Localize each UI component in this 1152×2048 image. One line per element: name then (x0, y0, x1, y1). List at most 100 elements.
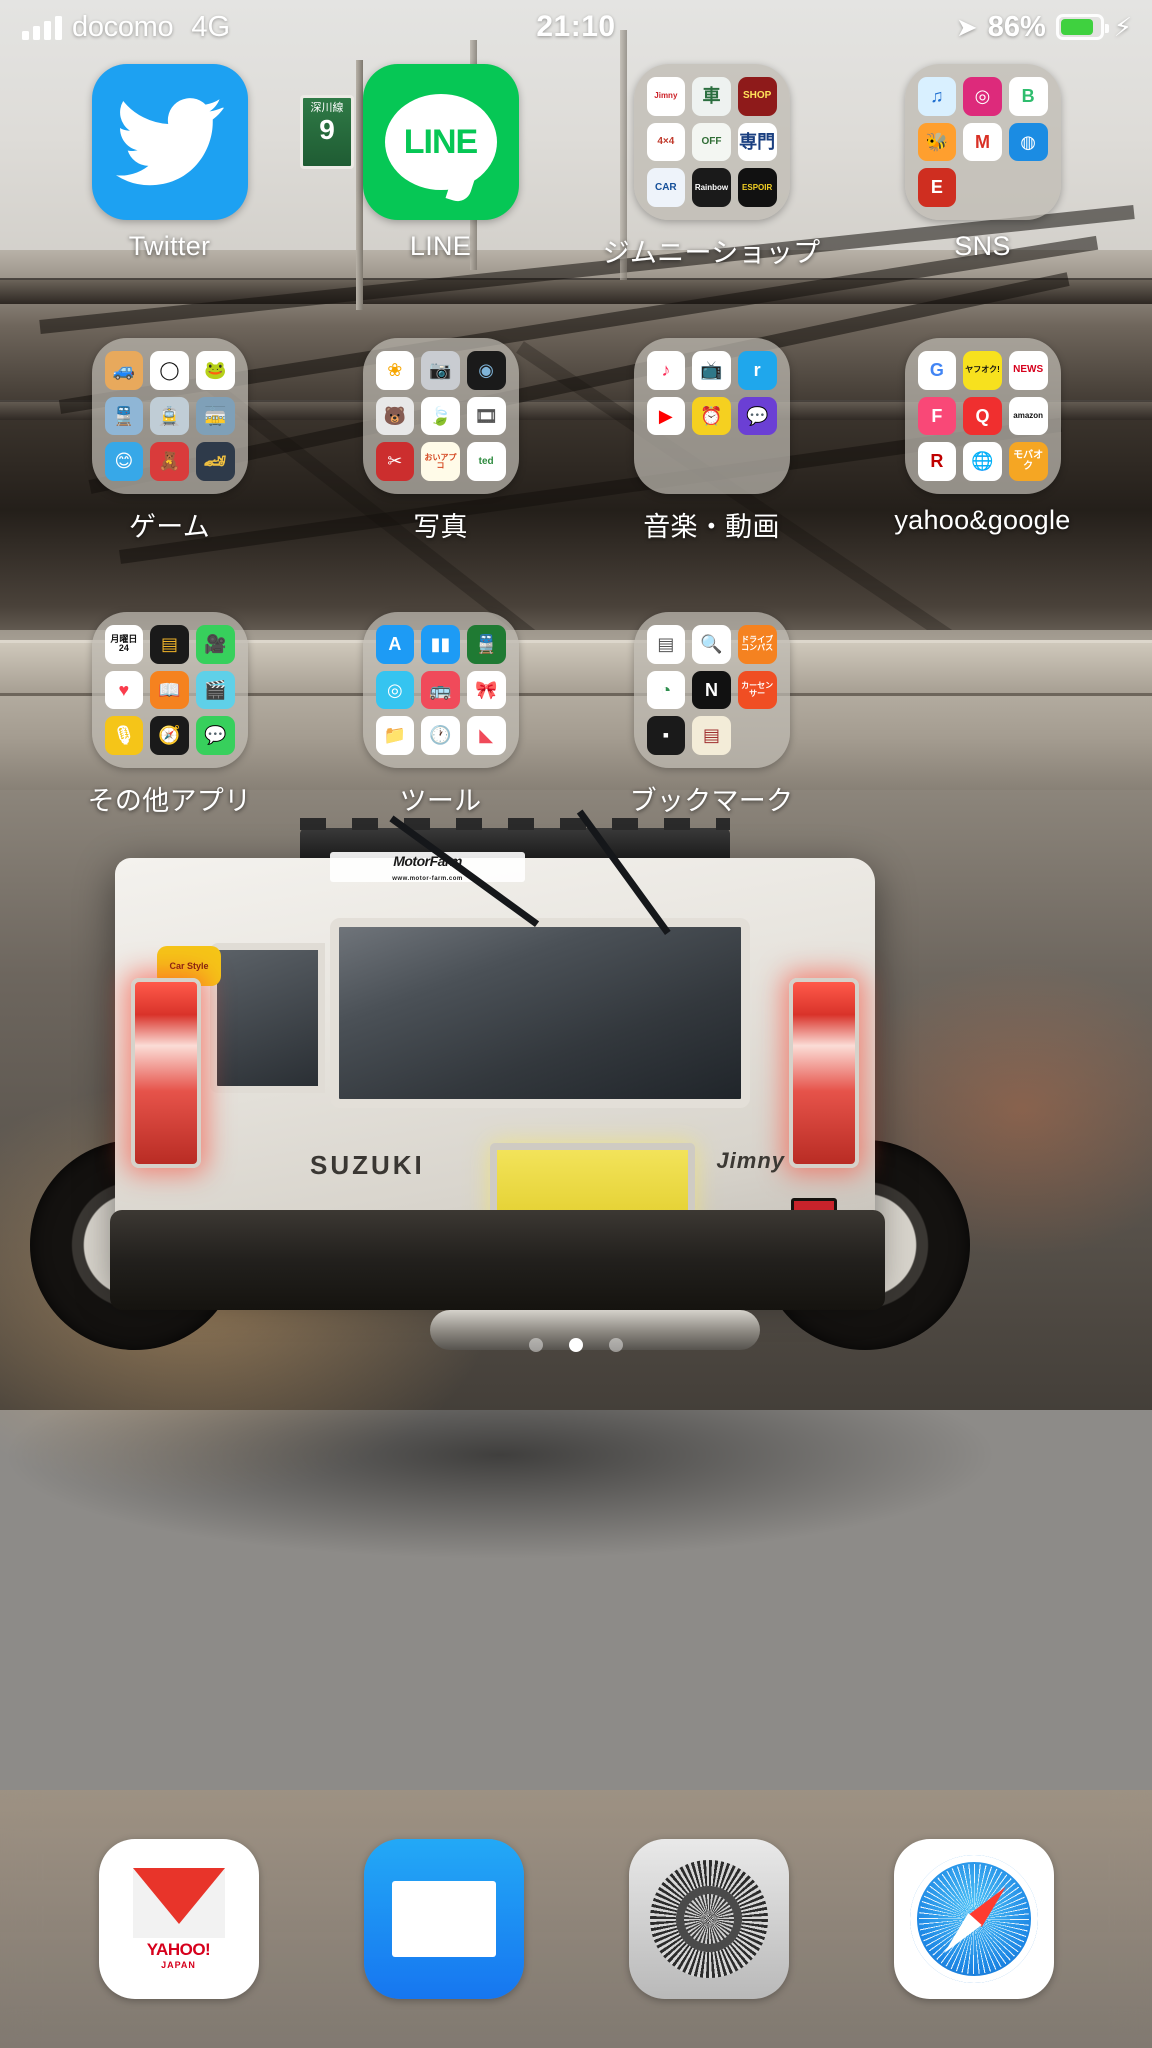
yahoo-label: YAHOO! (146, 1940, 211, 1959)
network-type-label: 4G (191, 10, 231, 43)
tools-folder-icon: A ▮▮ 🚆 ◎ 🚌 🎀 📁 🕐 ◣ (362, 612, 519, 768)
app-label: 音楽・動画 (643, 512, 780, 542)
folder-mini-icon: ◎ (963, 77, 1002, 116)
clock-label: 21:10 (536, 10, 616, 43)
home-icon-game-folder[interactable]: 🚙 ◯ 🐸 🚆 🚊 🚋 😊 🧸 🏎 ゲーム (34, 338, 305, 544)
home-icon-jimny-shop-folder[interactable]: Jimny 車 SHOP 4×4 OFF 専門 CAR Rainbow ESPOIR ジムニーショ… (576, 64, 847, 270)
folder-mini-icon: ◎ (375, 670, 415, 710)
folder-mini-icon: ◍ (1008, 122, 1048, 162)
home-icon-sns-folder[interactable]: ♫ ◎ B 🐝 M ◍ E SNS (847, 64, 1118, 270)
home-icon-LINE[interactable]: LINE LINE (305, 64, 576, 270)
page-dot[interactable] (609, 1338, 623, 1352)
folder-mini-icon: 💬 (195, 716, 235, 755)
folder-mini-icon: CAR (646, 168, 686, 207)
folder-mini-icon: おいアプコ (421, 442, 460, 481)
jimny-shop-folder-icon: Jimny 車 SHOP 4×4 OFF 専門 CAR Rainbow ESPOIR (633, 64, 790, 220)
folder-mini-icon: ▤ (692, 716, 731, 755)
gear-icon (628, 1839, 789, 1999)
yahoo-sublabel: JAPAN (161, 1960, 196, 1970)
folder-mini-icon (647, 442, 686, 481)
folder-mini-icon: NEWS (1008, 351, 1048, 390)
folder-mini-icon (738, 442, 777, 481)
folder-mini-icon: 車 (692, 77, 731, 116)
folder-mini-icon: 🍃 (421, 396, 460, 436)
app-label: ツール (399, 786, 482, 816)
signal-bars-icon (22, 14, 62, 40)
folder-mini-icon: 📷 (421, 351, 460, 390)
folder-mini-icon: ◉ (466, 351, 506, 390)
lightning-bolt-icon: ⚡ (1113, 11, 1132, 42)
folder-mini-icon: 🚙 (104, 351, 144, 390)
folder-mini-icon: 🎙 (104, 716, 144, 755)
folder-mini-icon: ◔ (646, 670, 686, 710)
mail-icon (363, 1839, 524, 1999)
folder-mini-icon: Jimny (646, 77, 686, 116)
dock-item-mail[interactable] (363, 1839, 524, 1999)
home-icon-yahoo-google-folder[interactable]: G ヤフオク! NEWS F Qamazon R 🌐 モバオク yahoo&google (847, 338, 1118, 544)
game-folder-icon: 🚙 ◯ 🐸 🚆 🚊 🚋 😊 🧸 🏎 (91, 338, 248, 494)
folder-mini-icon: 😊 (104, 442, 144, 481)
line-glyph: LINE (403, 122, 478, 161)
compass-icon (893, 1839, 1054, 1999)
folder-mini-icon: ⏰ (692, 396, 731, 436)
folder-mini-icon: 🐻 (375, 396, 415, 436)
folder-mini-icon: F (917, 396, 957, 436)
folder-mini-icon: 🌐 (963, 442, 1002, 481)
status-bar: docomo 4G 21:10 ➤ 86% ⚡ (0, 0, 1152, 54)
home-icon-other-apps-folder[interactable]: 月曜日 24 ▤ 🎥 ♥ 📖 🎬 🎙 🧭 💬 その他アプリ (34, 612, 305, 818)
folder-mini-icon: 🎀 (466, 670, 506, 710)
folder-mini-icon: 🐝 (917, 122, 957, 162)
home-icon-music-video-folder[interactable]: ♪ 📺 r ▶ ⏰ 💬 音楽・動画 (576, 338, 847, 544)
twitter-icon (91, 64, 248, 220)
app-label: yahoo&google (894, 505, 1071, 535)
dock-item-yahoo-japan-mail[interactable]: YAHOO! JAPAN (98, 1839, 259, 1999)
folder-mini-icon: ▤ (646, 625, 686, 664)
folder-mini-icon: N (692, 670, 731, 710)
folder-mini-icon: Q (963, 396, 1002, 436)
folder-mini-icon: ◯ (150, 351, 189, 390)
app-label: ゲーム (128, 512, 211, 542)
folder-mini-icon: ▪ (646, 716, 686, 755)
page-indicator-dots[interactable] (0, 1338, 1152, 1352)
folder-mini-icon: 🚋 (195, 396, 235, 436)
battery-percent-label: 86% (987, 10, 1046, 43)
dock-item-safari[interactable] (893, 1839, 1054, 1999)
app-label: 写真 (413, 512, 468, 542)
dock-item-settings[interactable] (628, 1839, 789, 1999)
folder-mini-icon: ✂ (375, 442, 415, 481)
folder-mini-icon: OFF (692, 122, 731, 162)
yahoo-mail-icon: YAHOO! JAPAN (98, 1839, 259, 1999)
folder-mini-icon: ♥ (104, 670, 144, 710)
folder-mini-icon: 🐸 (195, 351, 235, 390)
home-icon-Twitter[interactable]: Twitter (34, 64, 305, 270)
home-icon-tools-folder[interactable]: A ▮▮ 🚆 ◎ 🚌 🎀 📁 🕐 ◣ ツール (305, 612, 576, 818)
folder-mini-icon: 🎬 (195, 670, 235, 710)
folder-mini-icon: M (963, 122, 1002, 162)
home-icon-photos-folder[interactable]: ❀ 📷 ◉ 🐻 🍃 🎞 ✂ おいアプコ ted 写真 (305, 338, 576, 544)
folder-mini-icon (738, 716, 777, 755)
folder-mini-icon: ドライブコンパス (737, 625, 777, 664)
folder-mini-icon: r (737, 351, 777, 390)
folder-mini-icon: 4×4 (646, 122, 686, 162)
app-label: ジムニーショップ (602, 238, 821, 268)
folder-mini-icon: カーセンサー (737, 670, 777, 710)
folder-mini-icon: ted (466, 442, 506, 481)
folder-mini-icon (1009, 168, 1048, 207)
folder-mini-icon: A (375, 625, 415, 664)
folder-mini-icon: 🧭 (150, 716, 189, 755)
music-video-folder-icon: ♪ 📺 r ▶ ⏰ 💬 (633, 338, 790, 494)
folder-mini-icon: ▮▮ (421, 625, 460, 664)
app-label: SNS (954, 231, 1011, 261)
home-screen-icon-grid: Twitter LINE LINE Jimny 車 SHOP 4×4 OFF 専門 CAR Rain… (0, 64, 1152, 818)
folder-mini-icon: 🚆 (466, 625, 506, 664)
empty-slot (847, 612, 1118, 818)
location-arrow-icon: ➤ (955, 11, 978, 42)
page-dot[interactable] (529, 1338, 543, 1352)
app-label: その他アプリ (87, 786, 252, 816)
folder-mini-icon: 🔍 (692, 625, 731, 664)
page-dot[interactable] (569, 1338, 583, 1352)
folder-mini-icon (692, 442, 731, 481)
folder-mini-icon (963, 168, 1002, 207)
home-icon-bookmark-folder[interactable]: ▤ 🔍 ドライブコンパス ◔ N カーセンサー ▪ ▤ ブックマーク (576, 612, 847, 818)
folder-mini-icon: B (1008, 77, 1048, 116)
